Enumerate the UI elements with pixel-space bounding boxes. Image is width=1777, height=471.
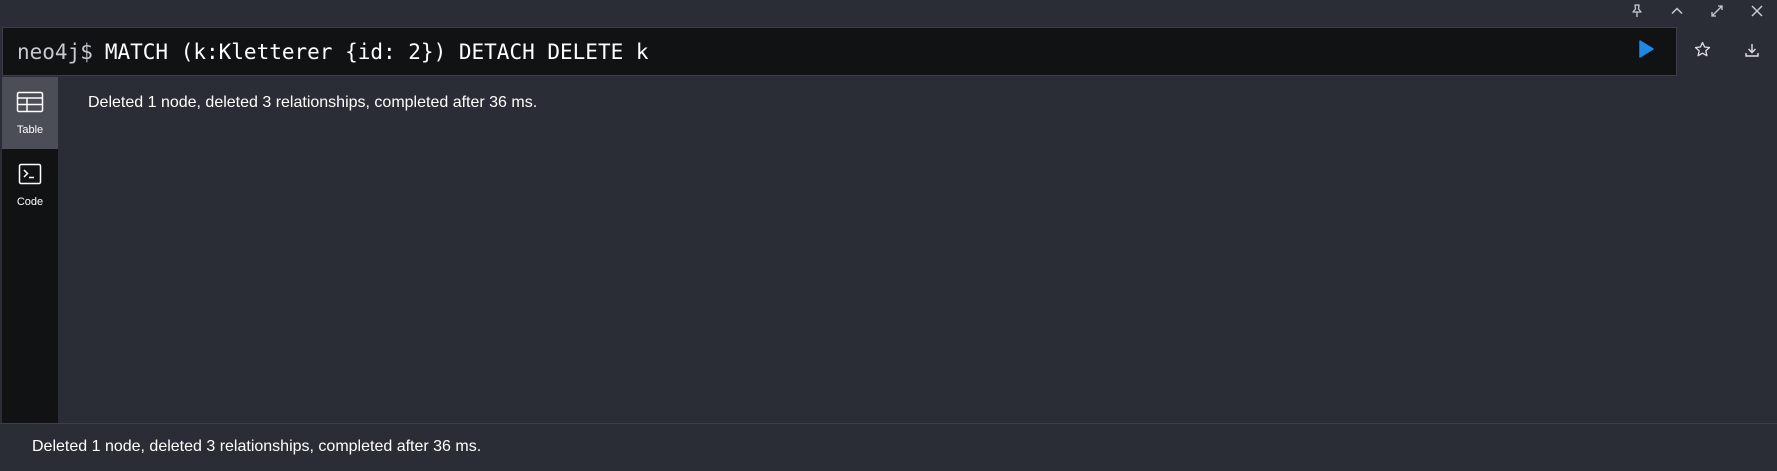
tab-code-label: Code <box>16 195 44 208</box>
fullscreen-button[interactable] <box>1697 1 1737 25</box>
table-icon <box>16 91 44 118</box>
star-icon <box>1694 41 1711 63</box>
collapse-icon <box>1670 4 1684 23</box>
pin-icon <box>1630 3 1644 23</box>
tab-table-label: Table <box>16 123 44 136</box>
code-icon <box>18 163 42 190</box>
query-editor[interactable]: neo4j$ MATCH (k:Kletterer {id: 2}) DETAC… <box>2 27 1677 76</box>
play-icon <box>1637 39 1655 64</box>
editor-actions <box>1677 30 1777 74</box>
download-icon <box>1744 42 1760 63</box>
visualization-sidebar: Table Code <box>2 77 58 423</box>
frame-controls <box>1617 0 1777 26</box>
pin-button[interactable] <box>1617 1 1657 25</box>
close-icon <box>1750 4 1764 23</box>
close-button[interactable] <box>1737 1 1777 25</box>
tab-code[interactable]: Code <box>2 149 58 221</box>
status-bar: Deleted 1 node, deleted 3 relationships,… <box>0 423 1777 471</box>
run-query-button[interactable] <box>1630 36 1662 68</box>
query-input[interactable]: MATCH (k:Kletterer {id: 2}) DETACH DELET… <box>93 40 1630 64</box>
status-message: Deleted 1 node, deleted 3 relationships,… <box>32 438 482 455</box>
result-message: Deleted 1 node, deleted 3 relationships,… <box>88 94 538 111</box>
collapse-button[interactable] <box>1657 1 1697 25</box>
favorite-button[interactable] <box>1684 34 1720 70</box>
result-content: Deleted 1 node, deleted 3 relationships,… <box>58 77 1777 423</box>
fullscreen-icon <box>1710 4 1724 23</box>
result-frame: neo4j$ MATCH (k:Kletterer {id: 2}) DETAC… <box>0 0 1777 471</box>
download-button[interactable] <box>1734 34 1770 70</box>
tab-table[interactable]: Table <box>2 77 58 149</box>
editor-prompt: neo4j$ <box>17 39 93 64</box>
